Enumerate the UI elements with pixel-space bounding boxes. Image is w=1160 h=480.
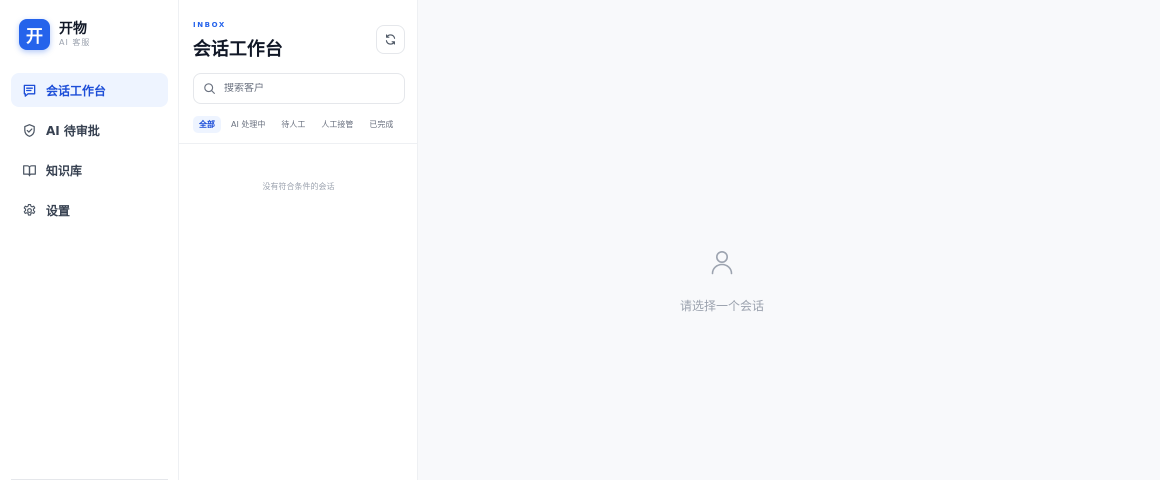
sidebar-item-knowledge-base[interactable]: 知识库 xyxy=(11,153,168,187)
brand-subtitle: AI 客服 xyxy=(59,38,91,47)
sidebar-item-label: 知识库 xyxy=(46,163,83,178)
filter-human-takeover[interactable]: 人工接管 xyxy=(315,116,359,133)
brand-logo: 开 xyxy=(19,19,50,50)
empty-conversation-message: 请选择一个会话 xyxy=(679,299,764,313)
sidebar-nav: 会话工作台 AI 待审批 知识库 设置 xyxy=(11,73,168,233)
brand-name: 开物 xyxy=(59,21,87,37)
filter-pending-human[interactable]: 待人工 xyxy=(275,116,311,133)
search-icon xyxy=(203,82,216,95)
search-input[interactable] xyxy=(224,83,394,94)
inbox-panel: INBOX 会话工作台 全部 AI 处理 xyxy=(179,0,418,480)
sidebar-item-settings[interactable]: 设置 xyxy=(11,193,168,227)
brand[interactable]: 开 开物 AI 客服 xyxy=(19,19,90,50)
page-title: 会话工作台 xyxy=(193,39,283,60)
gear-icon xyxy=(21,202,37,218)
filter-tabs: 全部 AI 处理中 待人工 人工接管 已完成 xyxy=(193,116,403,133)
book-open-icon xyxy=(21,162,37,178)
sidebar-item-conversations[interactable]: 会话工作台 xyxy=(11,73,168,107)
app-window: 开 开物 AI 客服 会话工作台 AI 待审批 知识库 设置 INBOX 会话工… xyxy=(0,0,1160,480)
conversation-area: 请选择一个会话 xyxy=(418,0,1160,480)
refresh-button[interactable] xyxy=(376,25,405,54)
brand-text: 开物 AI 客服 xyxy=(59,21,90,48)
inbox-divider xyxy=(179,143,418,144)
inbox-eyebrow: INBOX xyxy=(193,21,226,29)
filter-all[interactable]: 全部 xyxy=(193,116,221,133)
sidebar-item-label: AI 待审批 xyxy=(46,123,100,138)
sidebar-item-label: 设置 xyxy=(46,203,71,218)
shield-check-icon xyxy=(21,122,37,138)
sidebar-item-ai-approval[interactable]: AI 待审批 xyxy=(11,113,168,147)
sidebar-item-label: 会话工作台 xyxy=(46,83,107,98)
search-box xyxy=(193,73,405,104)
chat-lines-icon xyxy=(21,82,37,98)
empty-list-message: 没有符合条件的会话 xyxy=(262,182,335,191)
filter-completed[interactable]: 已完成 xyxy=(363,116,399,133)
filter-ai-processing[interactable]: AI 处理中 xyxy=(225,116,271,133)
user-icon xyxy=(710,249,734,275)
refresh-icon xyxy=(384,33,397,46)
sidebar: 开 开物 AI 客服 会话工作台 AI 待审批 知识库 设置 xyxy=(0,0,179,480)
